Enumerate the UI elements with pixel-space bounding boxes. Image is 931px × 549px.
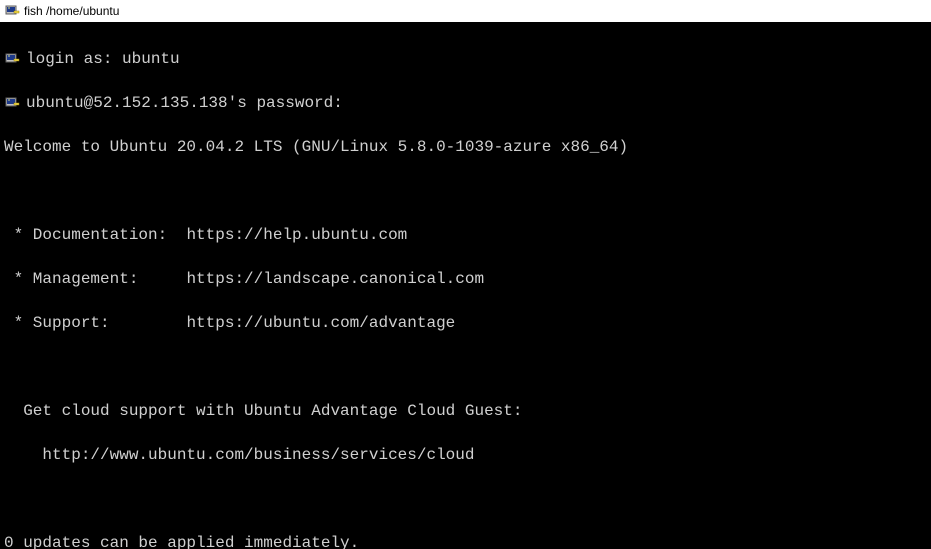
management-url: https://landscape.canonical.com bbox=[186, 268, 484, 290]
login-prompt-line: login as: ubuntu bbox=[4, 48, 931, 70]
putty-icon bbox=[4, 95, 20, 111]
blank-line bbox=[4, 488, 931, 510]
documentation-url: https://help.ubuntu.com bbox=[186, 224, 407, 246]
putty-icon bbox=[4, 51, 20, 67]
login-as-label: login as: bbox=[26, 48, 122, 70]
login-user: ubuntu bbox=[122, 48, 180, 70]
terminal-output[interactable]: login as: ubuntu ubuntu@52.152.135.138's… bbox=[0, 22, 931, 549]
cloud-support-heading: Get cloud support with Ubuntu Advantage … bbox=[4, 400, 931, 422]
support-url: https://ubuntu.com/advantage bbox=[186, 312, 455, 334]
window-title: fish /home/ubuntu bbox=[24, 4, 119, 18]
blank-line bbox=[4, 180, 931, 202]
password-prompt-line: ubuntu@52.152.135.138's password: bbox=[4, 92, 931, 114]
management-link-line: * Management: https://landscape.canonica… bbox=[4, 268, 931, 290]
documentation-link-line: * Documentation: https://help.ubuntu.com bbox=[4, 224, 931, 246]
updates-line: 0 updates can be applied immediately. bbox=[4, 532, 931, 549]
blank-line bbox=[4, 356, 931, 378]
welcome-banner: Welcome to Ubuntu 20.04.2 LTS (GNU/Linux… bbox=[4, 136, 931, 158]
window-title-bar: fish /home/ubuntu bbox=[0, 0, 931, 22]
putty-icon bbox=[4, 3, 20, 19]
support-link-line: * Support: https://ubuntu.com/advantage bbox=[4, 312, 931, 334]
password-prompt: ubuntu@52.152.135.138's password: bbox=[26, 92, 343, 114]
cloud-support-url: http://www.ubuntu.com/business/services/… bbox=[4, 444, 931, 466]
